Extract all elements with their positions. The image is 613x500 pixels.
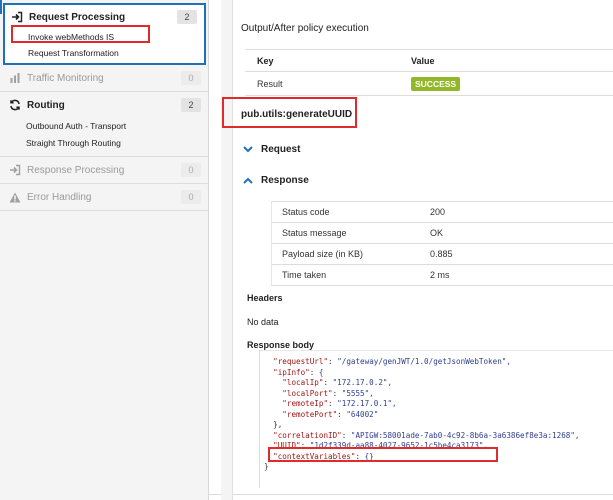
code-line: "localIp": "172.17.0.2", [282,378,393,387]
status-code-value: 200 [430,207,446,217]
response-label: Response [261,174,309,186]
stage-traffic-monitoring[interactable]: Traffic Monitoring 0 [0,65,208,92]
time-taken-value: 2 ms [430,270,450,280]
response-section-header[interactable]: Response [241,166,309,194]
policy-item-straight-through-routing[interactable]: Straight Through Routing [0,135,208,152]
stage-title: Response Processing [27,164,125,176]
stage-traffic-monitoring-header[interactable]: Traffic Monitoring 0 [0,65,208,91]
panel-gutter [221,0,233,500]
stage-error-handling-header[interactable]: Error Handling 0 [0,184,208,210]
stage-title: Routing [27,99,65,111]
stage-response-processing[interactable]: Response Processing 0 [0,157,208,184]
payload-size-key: Payload size (in KB) [282,249,364,259]
output-section-header[interactable]: Output/After policy execution [221,14,369,42]
result-key: Result [257,78,283,89]
sign-in-icon [11,11,23,23]
column-header-key: Key [257,55,274,66]
stage-title: Traffic Monitoring [27,72,104,84]
stage-request-processing-header[interactable]: Request Processing 2 [5,5,204,29]
sign-in-icon [9,164,21,176]
selection-edge-marker [0,0,2,14]
chevron-up-icon[interactable] [241,173,255,187]
policy-item-invoke-webmethods-is[interactable]: Invoke webMethods IS [5,29,204,45]
policy-count-badge: 2 [181,98,201,112]
code-line: "localPort": "5555", [282,388,374,398]
warning-icon [9,191,21,203]
output-section-title: Output/After policy execution [241,22,369,34]
payload-size-value: 0.885 [430,249,453,259]
code-line: "ipInfo": { [273,367,324,377]
table-header-row: Key Value [245,50,613,72]
stage-title: Error Handling [27,191,92,203]
code-line: "requestUrl": "/gateway/genJWT/1.0/getJs… [273,357,511,366]
code-line: "remoteIp": "172.17.0.1", [282,399,397,408]
table-row: Time taken 2 ms [272,265,613,286]
divider [209,494,613,495]
table-row: Payload size (in KB) 0.885 [272,244,613,265]
request-section-header[interactable]: Request [241,135,300,163]
code-line: "UUID": "1d2f339d-aa88-4027-9652-1c5be4c… [273,441,489,450]
code-line: "correlationID": "APIGW:58001ade-7ab0-4c… [273,430,580,440]
headers-value: No data [247,317,279,327]
stage-request-processing[interactable]: Request Processing 2 Invoke webMethods I… [3,3,206,65]
table-row: Status message OK [272,223,613,244]
code-line: } [264,462,269,471]
headers-label: Headers [247,293,283,303]
service-section-header[interactable]: pub.utils:generateUUID [221,100,352,128]
code-line: "remotePort": "64002" [282,409,379,419]
code-line: "contextVariables": {} [273,451,374,461]
status-badge: SUCCESS [411,76,461,91]
bar-chart-icon [9,72,21,84]
policy-count-badge: 0 [181,163,201,177]
service-section-title: pub.utils:generateUUID [241,108,353,120]
status-message-key: Status message [282,228,347,238]
request-label: Request [261,143,301,155]
table-row: Result SUCCESS [245,72,613,96]
policy-item-outbound-auth-transport[interactable]: Outbound Auth - Transport [0,118,208,135]
time-taken-key: Time taken [282,270,327,280]
chevron-down-icon[interactable] [241,142,255,156]
stage-error-handling[interactable]: Error Handling 0 [0,184,208,211]
policy-sidebar: Request Processing 2 Invoke webMethods I… [0,0,209,500]
stage-title: Request Processing [29,11,126,23]
status-message-value: OK [430,228,444,238]
policy-item-request-transformation[interactable]: Request Transformation [5,45,204,63]
stage-routing[interactable]: Routing 2 Outbound Auth - Transport Stra… [0,92,208,157]
policy-count-badge: 2 [177,10,197,24]
response-metrics-table: Status code 200 Status message OK Payloa… [271,201,613,286]
refresh-icon [9,99,21,111]
stage-routing-header[interactable]: Routing 2 [0,92,208,118]
response-body-label: Response body [247,340,315,350]
stage-response-processing-header[interactable]: Response Processing 0 [0,157,208,183]
table-row: Status code 200 [272,202,613,223]
policy-count-badge: 0 [181,71,201,85]
output-table: Key Value Result SUCCESS [245,49,613,96]
status-code-key: Status code [282,207,330,217]
policy-count-badge: 0 [181,190,201,204]
response-body-code[interactable]: "requestUrl": "/gateway/genJWT/1.0/getJs… [259,350,613,488]
column-header-value: Value [411,55,435,66]
code-line: }, [264,420,283,429]
